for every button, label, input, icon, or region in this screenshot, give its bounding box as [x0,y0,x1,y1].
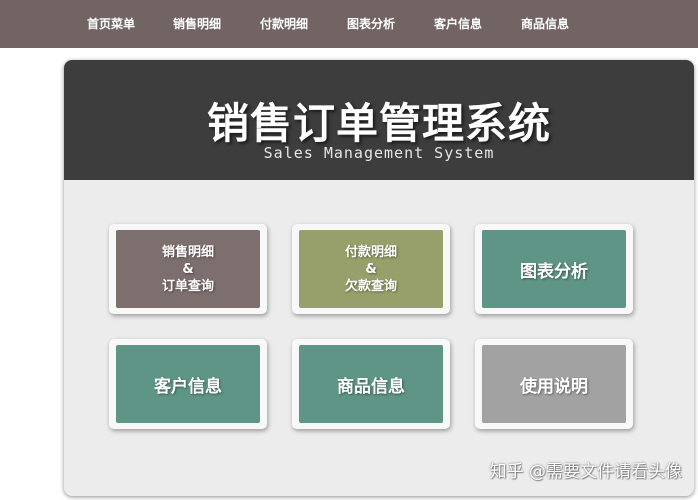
tile-chart-analysis[interactable]: 图表分析 [475,224,633,314]
tile-label-line: & [365,261,377,277]
nav-item-sales-detail[interactable]: 销售明细 [173,0,221,48]
tile-label: 使用说明 [520,376,588,397]
main-panel: 销售订单管理系统 Sales Management System 销售明细 & … [64,60,694,496]
tile-usage-instructions[interactable]: 使用说明 [475,339,633,429]
watermark: 知乎 @需要文件请看头像 [489,462,682,482]
tile-sales-detail-order-query[interactable]: 销售明细 & 订单查询 [109,224,267,314]
tile-label: 商品信息 [337,376,405,397]
tile-face: 销售明细 & 订单查询 [116,230,260,308]
tile-product-info[interactable]: 商品信息 [292,339,450,429]
nav-item-customer-info[interactable]: 客户信息 [434,0,482,48]
page-title: 销售订单管理系统 [206,99,551,148]
tile-face: 商品信息 [299,345,443,423]
tile-face: 图表分析 [482,230,626,308]
tile-label-line: 销售明细 [161,244,214,260]
nav-item-product-info[interactable]: 商品信息 [521,0,569,48]
nav-item-home-menu[interactable]: 首页菜单 [87,0,135,48]
tile-label-line: 欠款查询 [344,278,397,294]
tile-face: 客户信息 [116,345,260,423]
tile-face: 付款明细 & 欠款查询 [299,230,443,308]
tile-label-line: 付款明细 [344,244,397,260]
tile-payment-detail-debt-query[interactable]: 付款明细 & 欠款查询 [292,224,450,314]
tile-label-line: 订单查询 [161,278,214,294]
nav-item-payment-detail[interactable]: 付款明细 [260,0,308,48]
tile-label: 客户信息 [154,376,222,397]
tile-label-line: & [182,261,194,277]
tile-label: 图表分析 [520,261,588,282]
page-subtitle: Sales Management System [263,144,495,162]
nav-item-chart-analysis[interactable]: 图表分析 [347,0,395,48]
top-nav-bar: 首页菜单 销售明细 付款明细 图表分析 客户信息 商品信息 [0,0,698,48]
tile-face: 使用说明 [482,345,626,423]
title-banner: 销售订单管理系统 Sales Management System [64,60,694,180]
tile-customer-info[interactable]: 客户信息 [109,339,267,429]
